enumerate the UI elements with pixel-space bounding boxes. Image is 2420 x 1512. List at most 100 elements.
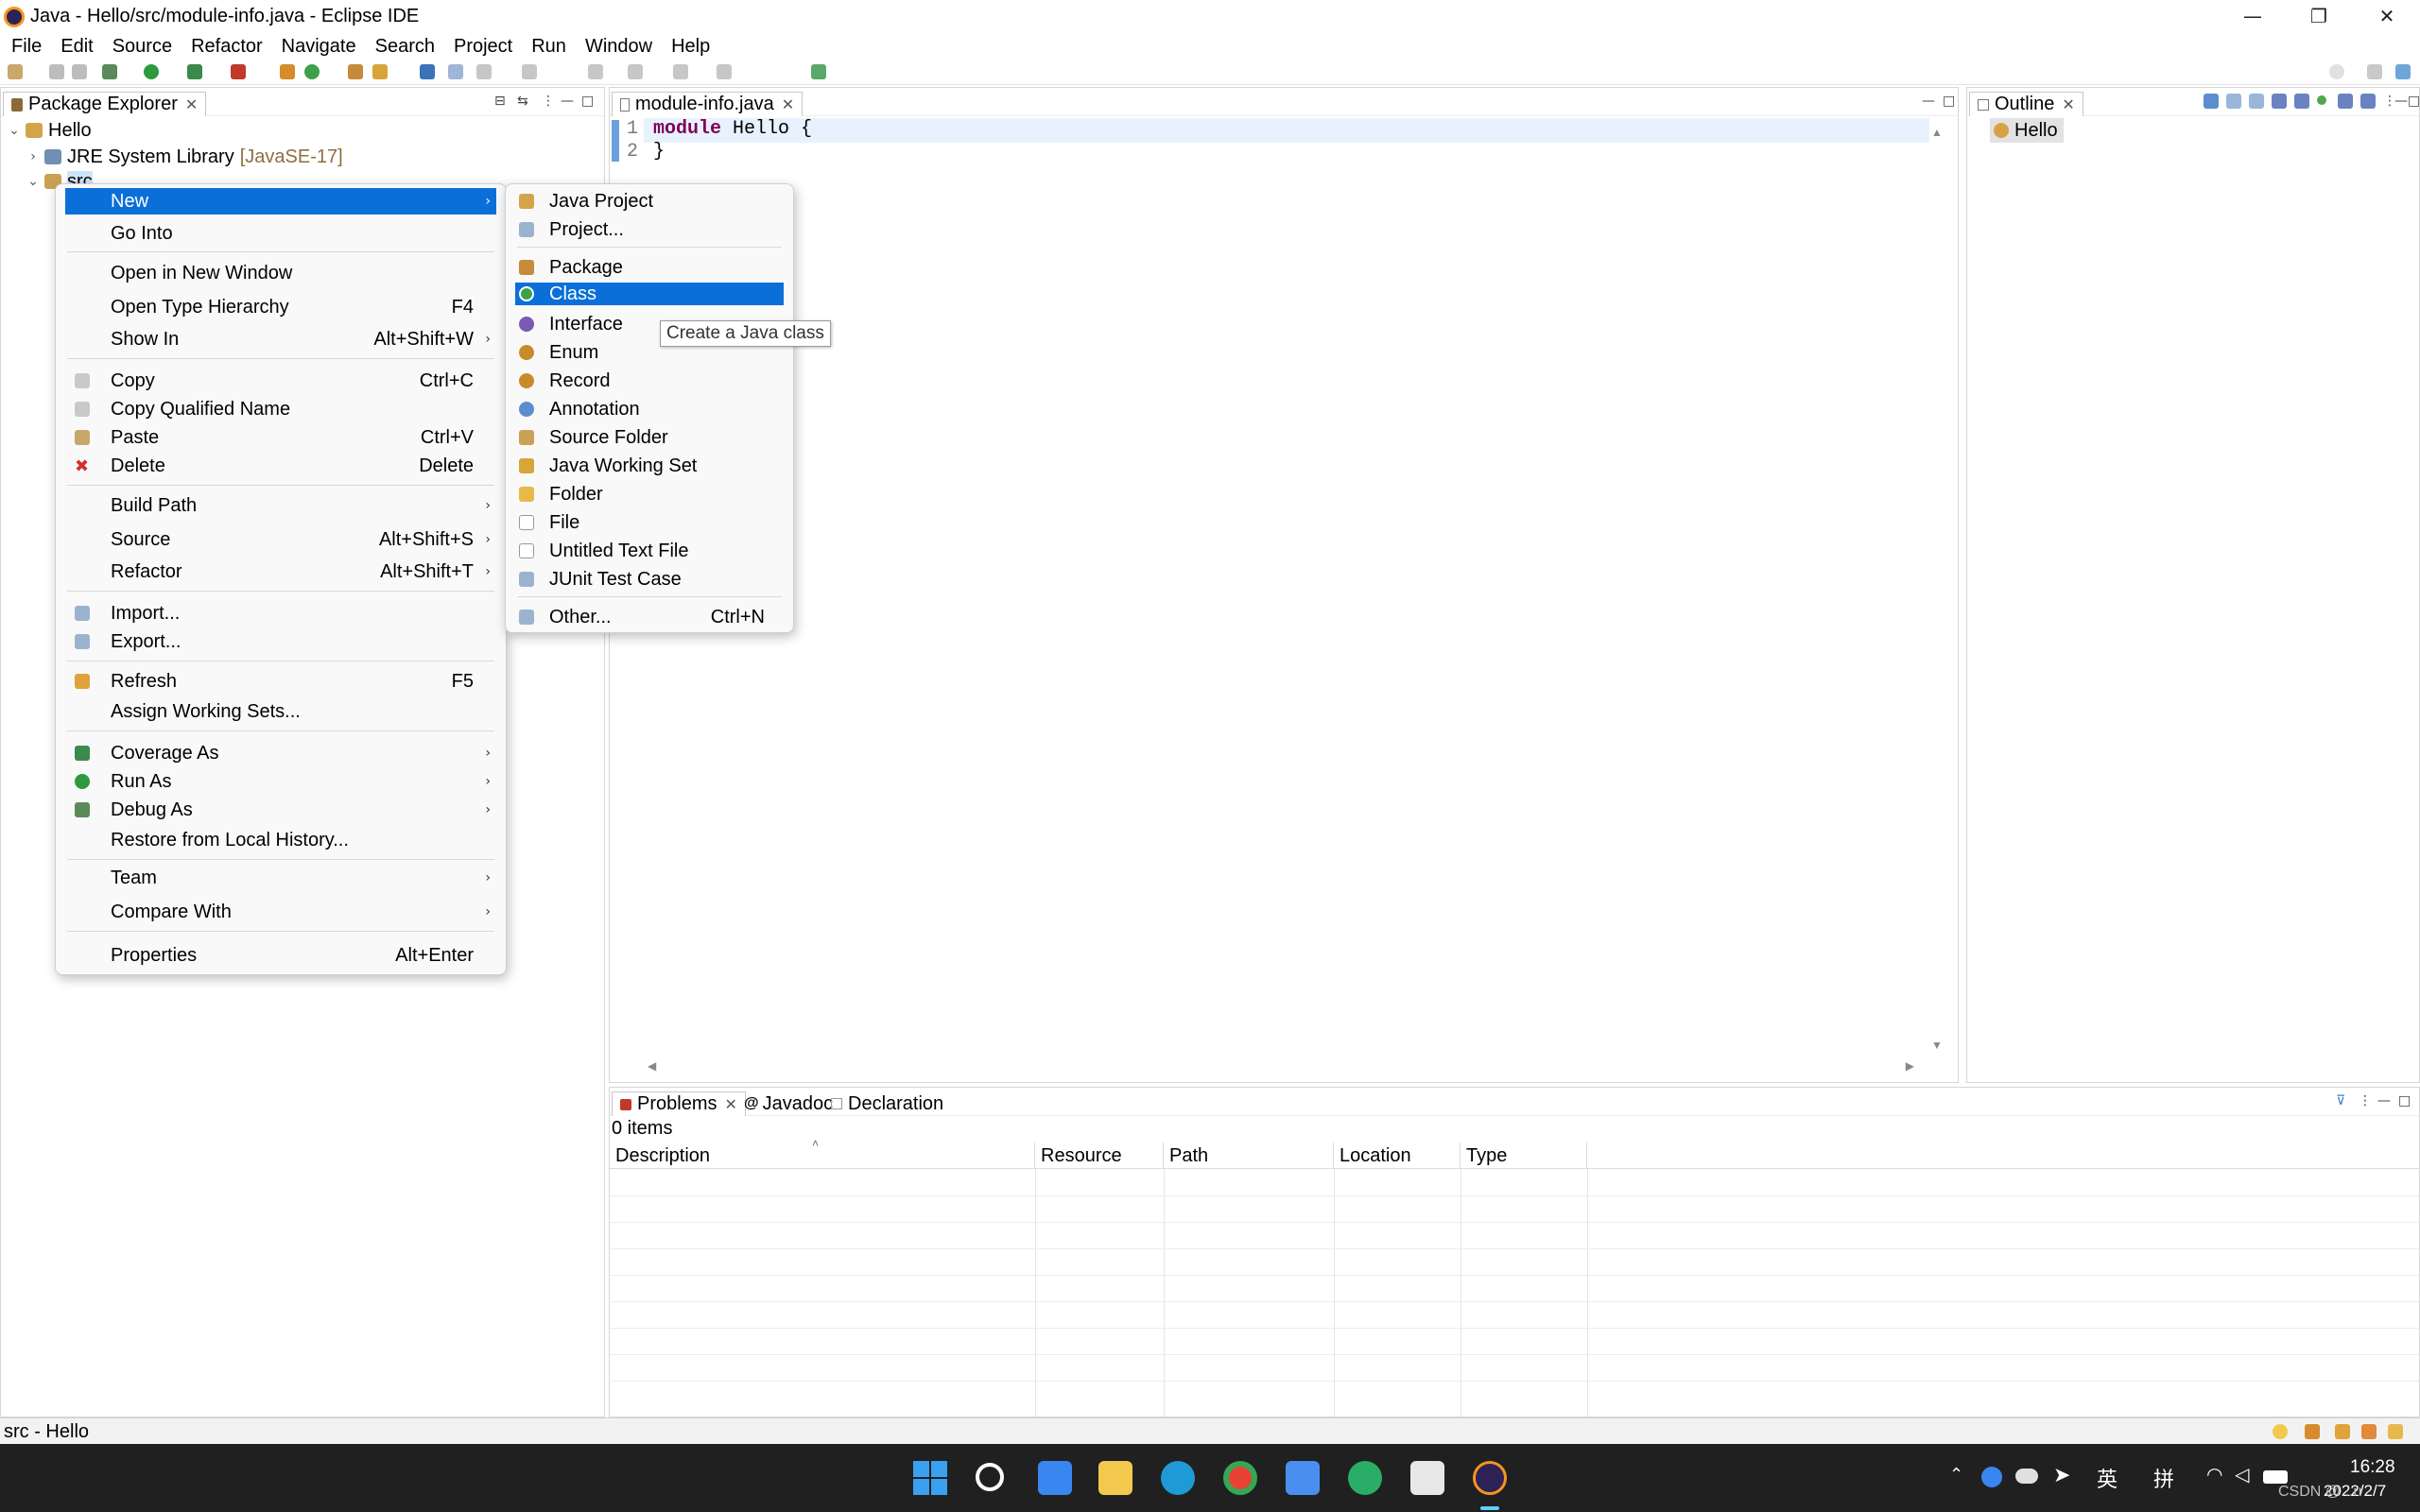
menu-item-open-type-hierarchy[interactable]: Open Type Hierarchy F4: [65, 294, 496, 320]
submenu-item-record[interactable]: Record: [515, 368, 784, 394]
submenu-item-java-working-set[interactable]: Java Working Set: [515, 453, 784, 479]
menu-item-paste[interactable]: Paste Ctrl+V: [65, 424, 496, 451]
scroll-up-icon[interactable]: ▲: [1927, 126, 1946, 139]
run-icon[interactable]: [144, 64, 159, 79]
submenu-item-source-folder[interactable]: Source Folder: [515, 424, 784, 451]
save-icon[interactable]: [49, 64, 64, 79]
menu-window[interactable]: Window: [578, 36, 664, 58]
menu-item-source[interactable]: Source Alt+Shift+S ›: [65, 526, 496, 553]
menu-item-assign-working-sets[interactable]: Assign Working Sets...: [65, 698, 496, 725]
coverage-icon[interactable]: [187, 64, 202, 79]
link-icon[interactable]: [448, 64, 463, 79]
tab-module-info[interactable]: module-info.java ✕: [612, 92, 804, 116]
menu-item-run-as[interactable]: Run As ›: [65, 768, 496, 795]
minimize-view-icon[interactable]: —: [2377, 1093, 2391, 1108]
chrome-icon[interactable]: [1223, 1461, 1257, 1495]
progress-icon[interactable]: [2388, 1424, 2403, 1439]
restore-button[interactable]: ❐: [2286, 0, 2352, 32]
file-explorer-icon[interactable]: [1098, 1461, 1132, 1495]
task-view-icon[interactable]: [1038, 1461, 1072, 1495]
new-java-project-icon[interactable]: [280, 64, 295, 79]
back-icon[interactable]: [673, 64, 688, 79]
close-button[interactable]: ✕: [2354, 0, 2420, 32]
chevron-right-icon[interactable]: ›: [26, 149, 41, 164]
store-icon[interactable]: [1286, 1461, 1320, 1495]
submenu-item-class[interactable]: Class: [515, 283, 784, 305]
tree-item-project[interactable]: ⌄ Hello: [7, 118, 91, 143]
scroll-down-icon[interactable]: ▼: [1927, 1039, 1946, 1052]
edge-icon[interactable]: [1161, 1461, 1195, 1495]
menu-item-coverage-as[interactable]: Coverage As ›: [65, 740, 496, 766]
close-tab-icon[interactable]: ✕: [782, 95, 794, 114]
debug-icon[interactable]: [102, 64, 117, 79]
clock-time[interactable]: 16:28: [2350, 1457, 2395, 1478]
menu-item-copy[interactable]: Copy Ctrl+C: [65, 368, 496, 394]
chevron-down-icon[interactable]: ⌄: [7, 123, 22, 138]
menu-source[interactable]: Source: [105, 36, 183, 58]
column-type[interactable]: Type: [1461, 1143, 1587, 1169]
tree-item-jre[interactable]: › JRE System Library [JavaSE-17]: [26, 145, 342, 169]
menu-item-build-path[interactable]: Build Path ›: [65, 492, 496, 519]
menu-item-restore-history[interactable]: Restore from Local History...: [65, 827, 496, 853]
submenu-item-other[interactable]: Other... Ctrl+N: [515, 604, 784, 630]
code-line-2[interactable]: }: [653, 141, 665, 163]
windows-start-icon[interactable]: [913, 1461, 947, 1495]
submenu-item-untitled-text-file[interactable]: Untitled Text File: [515, 538, 784, 564]
tab-problems[interactable]: Problems ✕: [612, 1091, 746, 1116]
search-icon[interactable]: [2329, 64, 2344, 79]
submenu-item-folder[interactable]: Folder: [515, 481, 784, 507]
tray-overflow-icon[interactable]: ⌃: [1949, 1465, 1963, 1485]
git-icon[interactable]: [2305, 1424, 2320, 1439]
java-perspective-icon[interactable]: [2395, 64, 2411, 79]
menu-item-delete[interactable]: ✖ Delete Delete: [65, 453, 496, 479]
menu-help[interactable]: Help: [664, 36, 721, 58]
snipping-tool-icon[interactable]: [1410, 1461, 1444, 1495]
chevron-down-icon[interactable]: ⌄: [26, 174, 41, 189]
close-tab-icon[interactable]: ✕: [2062, 95, 2074, 114]
minimize-view-icon[interactable]: —: [2394, 94, 2408, 109]
menu-navigate[interactable]: Navigate: [274, 36, 368, 58]
terminal-icon[interactable]: [420, 64, 435, 79]
ime-mode[interactable]: 拼: [2153, 1463, 2174, 1493]
menu-item-refactor[interactable]: Refactor Alt+Shift+T ›: [65, 558, 496, 585]
minimize-editor-icon[interactable]: —: [1922, 94, 1935, 109]
menu-item-show-in[interactable]: Show In Alt+Shift+W ›: [65, 326, 496, 352]
search-tool-icon[interactable]: [372, 64, 388, 79]
column-location[interactable]: Location: [1334, 1143, 1461, 1169]
sort-icon[interactable]: [2204, 94, 2219, 109]
collapse-all-icon[interactable]: ⊟: [494, 94, 506, 109]
pin-icon[interactable]: [811, 64, 826, 79]
close-tab-icon[interactable]: ✕: [724, 1095, 736, 1114]
column-path[interactable]: Path: [1164, 1143, 1334, 1169]
tab-package-explorer[interactable]: Package Explorer ✕: [3, 92, 207, 116]
scroll-right-icon[interactable]: ▶: [1906, 1059, 1914, 1073]
filter-icon[interactable]: ⊽: [2336, 1093, 2345, 1108]
submenu-item-java-project[interactable]: Java Project: [515, 188, 784, 215]
menu-item-compare-with[interactable]: Compare With ›: [65, 899, 496, 925]
menu-item-copy-qualified-name[interactable]: Copy Qualified Name: [65, 396, 496, 422]
volume-icon[interactable]: ◁: [2235, 1463, 2249, 1486]
open-type-icon[interactable]: [348, 64, 363, 79]
public-filter-icon[interactable]: [2317, 95, 2326, 105]
code-line-1[interactable]: module Hello {: [653, 118, 812, 140]
tab-declaration[interactable]: Declaration: [823, 1091, 951, 1116]
menu-item-debug-as[interactable]: Debug As ›: [65, 797, 496, 823]
ime-language[interactable]: 英: [2097, 1463, 2118, 1493]
minimize-button[interactable]: —: [2220, 0, 2286, 32]
notifications-icon[interactable]: [2361, 1424, 2377, 1439]
menu-project[interactable]: Project: [446, 36, 524, 58]
column-resource[interactable]: Resource: [1035, 1143, 1164, 1169]
maximize-view-icon[interactable]: □: [2398, 1093, 2411, 1108]
close-tab-icon[interactable]: ✕: [185, 95, 198, 114]
link-editor-icon[interactable]: ⇆: [517, 94, 528, 109]
collapse-icon[interactable]: [2226, 94, 2241, 109]
view-menu-icon[interactable]: ⋮: [542, 94, 555, 109]
send-icon[interactable]: ➤: [2053, 1463, 2070, 1487]
hide-local-types-icon[interactable]: [2338, 94, 2353, 109]
minimize-view-icon[interactable]: —: [561, 94, 574, 109]
menu-edit[interactable]: Edit: [53, 36, 104, 58]
tasks-icon[interactable]: [2335, 1424, 2350, 1439]
column-description[interactable]: Description ˄: [610, 1137, 1035, 1169]
open-perspective-icon[interactable]: [2367, 64, 2382, 79]
toggle-mark-icon[interactable]: [522, 64, 537, 79]
